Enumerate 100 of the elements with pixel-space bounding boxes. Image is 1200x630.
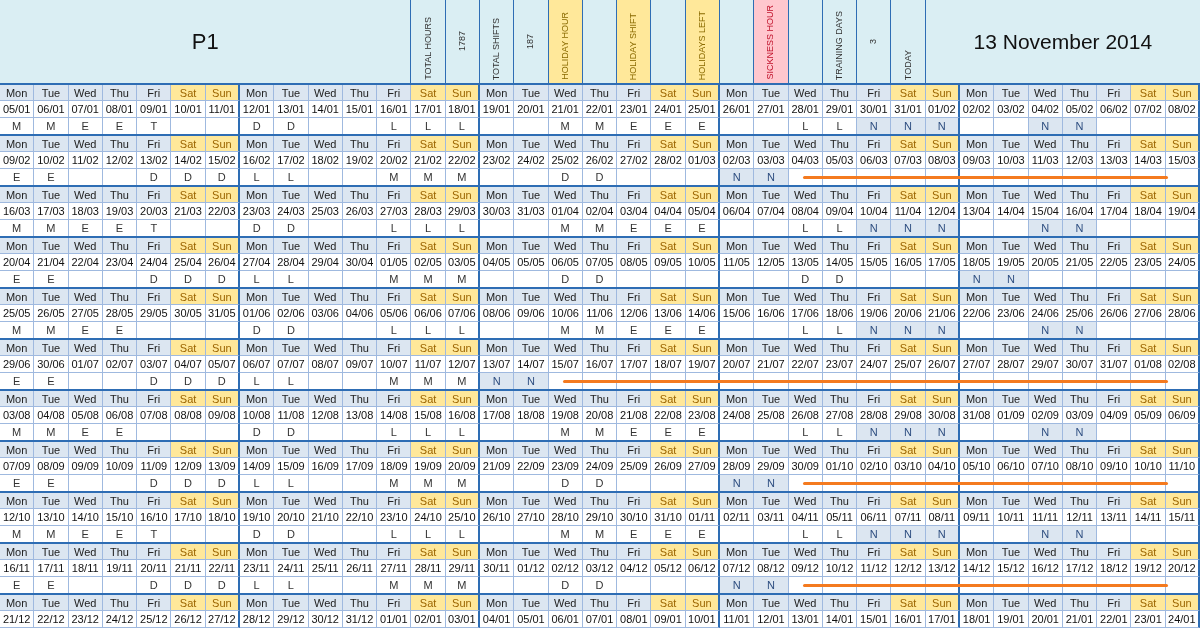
weekday-cell: Wed bbox=[68, 238, 103, 254]
shift-cell: E bbox=[34, 577, 69, 593]
weekday-cell: Wed bbox=[548, 391, 583, 407]
weekday-cell: Thu bbox=[582, 595, 618, 611]
date-cell: 01/04 bbox=[548, 203, 583, 220]
date-cell: 01/06 bbox=[240, 305, 275, 322]
weekday-cell: Sun bbox=[685, 85, 720, 101]
shift-cell: D bbox=[171, 475, 206, 491]
date-cell: 29/05 bbox=[137, 305, 172, 322]
date-cell: 11/01 bbox=[720, 611, 755, 628]
date-cell: 19/02 bbox=[342, 152, 378, 169]
weekday-cell: Tue bbox=[34, 238, 69, 254]
shift-cell: E bbox=[34, 373, 69, 389]
date-cell: 11/05 bbox=[720, 254, 755, 271]
weekday-cell: Wed bbox=[68, 391, 103, 407]
date-cell: 29/11 bbox=[445, 560, 480, 577]
weekday-cell: Mon bbox=[240, 391, 275, 407]
date-cell: 03/10 bbox=[891, 458, 926, 475]
date-cell: 06/08 bbox=[102, 407, 138, 424]
shift-cell: E bbox=[651, 322, 686, 338]
weekday-cell: Thu bbox=[822, 544, 858, 560]
date-cell: 22/07 bbox=[788, 356, 823, 373]
date-cell: 21/05 bbox=[1062, 254, 1098, 271]
weekday-cell: Wed bbox=[68, 493, 103, 509]
date-cell: 12/01 bbox=[754, 611, 789, 628]
date-cell: 03/08 bbox=[0, 407, 35, 424]
shift-cell: N bbox=[754, 577, 789, 593]
weekday-cell: Fri bbox=[1097, 187, 1132, 203]
date-cell: 31/12 bbox=[342, 611, 378, 628]
shift-cell: M bbox=[411, 169, 446, 185]
shift-cell: L bbox=[274, 169, 309, 185]
weekday-cell: Wed bbox=[1028, 238, 1063, 254]
date-cell: 12/03 bbox=[1062, 152, 1098, 169]
date-cell: 04/10 bbox=[925, 458, 960, 475]
weekday-cell: Sun bbox=[445, 136, 480, 152]
date-cell: 09/08 bbox=[205, 407, 240, 424]
weekday-cell: Thu bbox=[1062, 544, 1098, 560]
weekday-cell: Thu bbox=[1062, 289, 1098, 305]
weekday-cell: Tue bbox=[514, 595, 549, 611]
weekday-cell: Tue bbox=[514, 85, 549, 101]
weekday-cell: Sat bbox=[891, 442, 926, 458]
date-cell: 13/01 bbox=[788, 611, 823, 628]
weekday-cell: Wed bbox=[548, 340, 583, 356]
weekday-cell: Fri bbox=[617, 595, 652, 611]
weekday-cell: Tue bbox=[994, 187, 1029, 203]
weekday-cell: Thu bbox=[102, 544, 138, 560]
weekday-cell: Sun bbox=[685, 493, 720, 509]
weekday-cell: Sun bbox=[1165, 340, 1200, 356]
weekday-cell: Wed bbox=[548, 238, 583, 254]
date-cell: 22/09 bbox=[514, 458, 549, 475]
weekday-cell: Mon bbox=[0, 442, 35, 458]
shift-cell: N bbox=[925, 322, 960, 338]
weekday-cell: Mon bbox=[240, 136, 275, 152]
weekday-cell: Fri bbox=[377, 595, 412, 611]
weekday-cell: Sat bbox=[1131, 289, 1166, 305]
column-label: TOTAL HOURS bbox=[423, 17, 433, 80]
weekday-cell: Mon bbox=[240, 187, 275, 203]
date-cell: 04/11 bbox=[788, 509, 823, 526]
date-cell: 17/04 bbox=[1097, 203, 1132, 220]
column-label: SICKNESS HOUR bbox=[766, 5, 776, 80]
date-cell: 17/06 bbox=[788, 305, 823, 322]
date-cell: 22/05 bbox=[1097, 254, 1132, 271]
weekday-cell: Sun bbox=[205, 442, 240, 458]
date-cell: 03/01 bbox=[445, 611, 480, 628]
weekday-cell: Mon bbox=[720, 187, 755, 203]
date-cell: 02/05 bbox=[411, 254, 446, 271]
shift-cell: E bbox=[685, 220, 720, 236]
date-cell: 13/09 bbox=[205, 458, 240, 475]
date-cell: 12/12 bbox=[891, 560, 926, 577]
date-cell: 04/08 bbox=[34, 407, 69, 424]
weekday-cell: Fri bbox=[857, 442, 892, 458]
weekday-cell: Thu bbox=[342, 187, 378, 203]
date-cell: 03/05 bbox=[445, 254, 480, 271]
shift-cell: N bbox=[1062, 424, 1098, 440]
weekday-cell: Mon bbox=[960, 493, 995, 509]
date-cell: 19/10 bbox=[240, 509, 275, 526]
weekday-cell: Tue bbox=[34, 289, 69, 305]
weekday-cell: Sat bbox=[171, 595, 206, 611]
weekday-cell: Sun bbox=[925, 187, 960, 203]
date-cell: 15/02 bbox=[205, 152, 240, 169]
date-cell: 02/04 bbox=[582, 203, 618, 220]
date-cell: 19/07 bbox=[685, 356, 720, 373]
weekday-cell: Sun bbox=[1165, 442, 1200, 458]
weekday-cell: Wed bbox=[788, 85, 823, 101]
date-cell: 07/10 bbox=[1028, 458, 1063, 475]
date-cell: 23/09 bbox=[548, 458, 583, 475]
weekday-cell: Tue bbox=[994, 391, 1029, 407]
date-cell: 12/01 bbox=[240, 101, 275, 118]
date-cell: 23/01 bbox=[617, 101, 652, 118]
date-cell: 07/02 bbox=[1131, 101, 1166, 118]
weekday-cell: Tue bbox=[754, 544, 789, 560]
weekday-cell: Fri bbox=[137, 595, 172, 611]
date-cell: 20/12 bbox=[1165, 560, 1200, 577]
date-cell: 16/05 bbox=[891, 254, 926, 271]
weekday-cell: Tue bbox=[754, 85, 789, 101]
date-cell: 08/03 bbox=[925, 152, 960, 169]
date-cell: 27/05 bbox=[68, 305, 103, 322]
weekday-cell: Mon bbox=[480, 391, 515, 407]
shift-cell: M bbox=[377, 577, 412, 593]
date-cell: 11/08 bbox=[274, 407, 309, 424]
